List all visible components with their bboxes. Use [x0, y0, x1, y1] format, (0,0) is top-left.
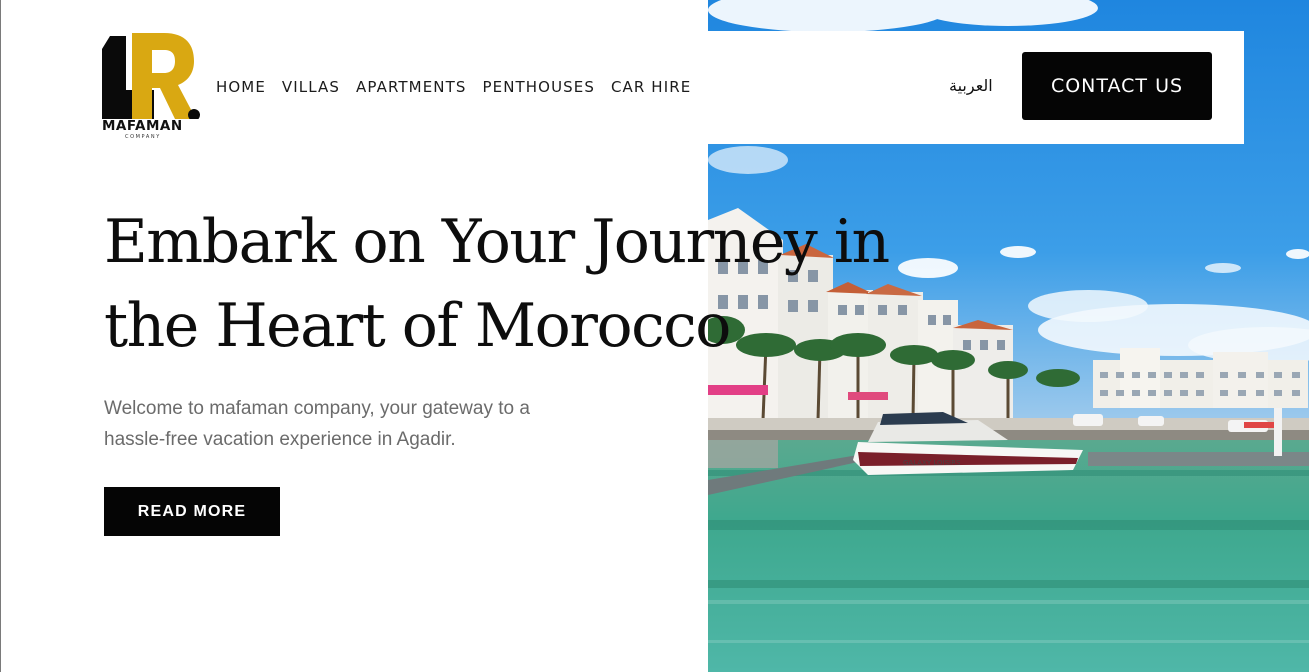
hero-description-line-1: Welcome to mafaman company, your gateway… — [104, 398, 530, 419]
nav-home[interactable]: HOME — [216, 77, 266, 97]
nav-villas[interactable]: VILLAS — [282, 77, 340, 97]
hero-description-line-2: hassle-free vacation experience in Agadi… — [104, 429, 456, 450]
language-switch-arabic[interactable]: العربية — [949, 75, 993, 97]
logo-tagline: COMPANY — [125, 134, 161, 140]
nav-apartments[interactable]: APARTMENTS — [356, 77, 466, 97]
hero-description: Welcome to mafaman company, your gateway… — [104, 393, 584, 455]
nav-penthouses[interactable]: PENTHOUSES — [482, 77, 595, 97]
nav-car-hire[interactable]: CAR HIRE — [611, 77, 691, 97]
brand-logo[interactable]: MAFAMAN COMPANY — [102, 33, 200, 143]
logo-mark-icon — [102, 33, 200, 121]
hero-title-line-2: the Heart of Morocco — [104, 291, 731, 361]
boat-name: GALAXY LOISIRS — [903, 459, 961, 467]
logo-wordmark: MAFAMAN — [102, 118, 183, 134]
main-nav: HOME VILLAS APARTMENTS PENTHOUSES CAR HI… — [216, 77, 707, 97]
read-more-button[interactable]: READ MORE — [104, 487, 280, 536]
hero-title-line-1: Embark on Your Journey in — [104, 207, 890, 277]
hero-title: Embark on Your Journey in the Heart of M… — [104, 200, 890, 368]
contact-us-button[interactable]: CONTACT US — [1022, 52, 1212, 120]
